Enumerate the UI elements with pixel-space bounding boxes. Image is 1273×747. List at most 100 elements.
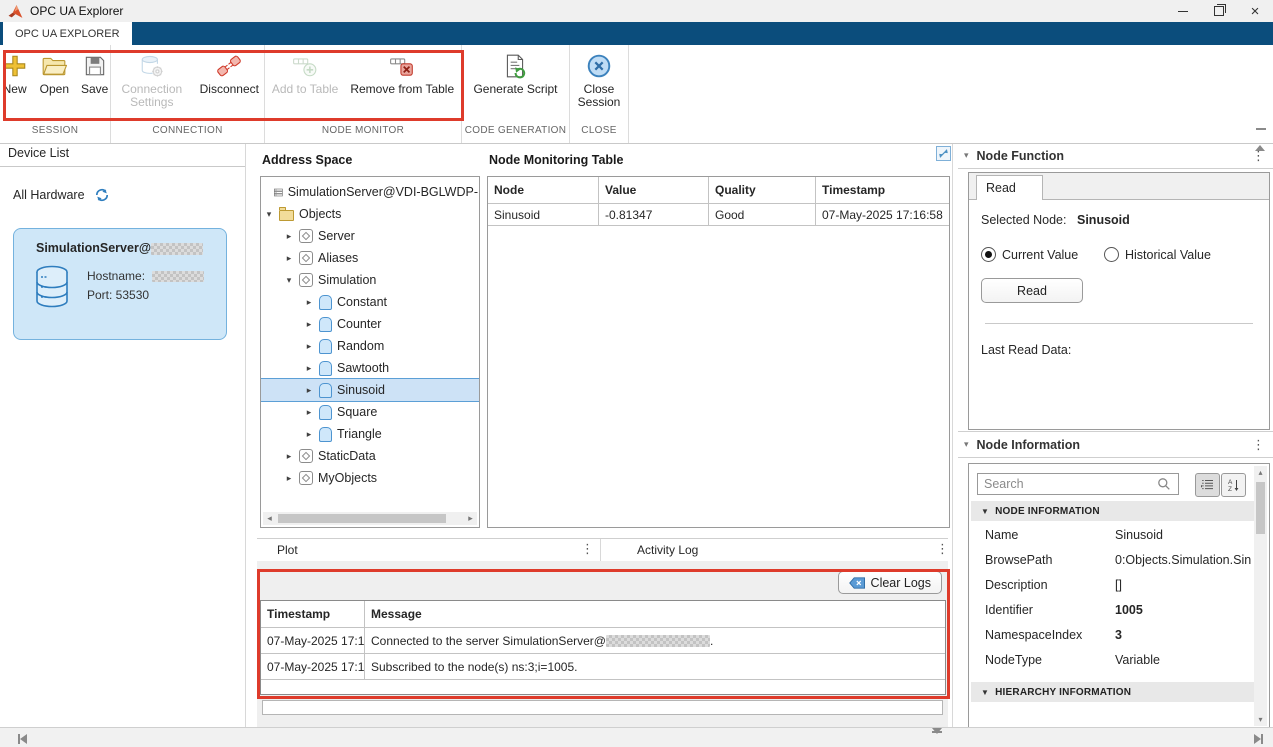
device-panel-divider[interactable] [245, 144, 246, 727]
column-header-timestamp[interactable]: Timestamp [816, 177, 949, 204]
collapse-panel-icon[interactable]: ▾ [964, 439, 969, 450]
device-card-simulationserver[interactable]: SimulationServer@ Hostname: Port: 53530 [13, 228, 227, 340]
activity-log-menu-icon[interactable]: ⋮ [936, 543, 949, 555]
chevron-right-icon[interactable]: ▸ [304, 297, 314, 308]
log-row[interactable]: 07-May-2025 17:16:30 Subscribed to the n… [261, 654, 945, 680]
node-info-scrollbar[interactable]: ▴ ▾ [1254, 466, 1267, 726]
chevron-right-icon[interactable]: ▸ [304, 429, 314, 440]
disconnect-button[interactable]: Disconnect [195, 51, 264, 96]
tree-item-constant[interactable]: ▸ Constant [262, 291, 478, 313]
section-code-generation: Generate Script CODE GENERATION [462, 45, 570, 143]
tree-item-objects[interactable]: ▾ Objects [262, 203, 478, 225]
group-view-button[interactable] [1195, 473, 1220, 497]
collapse-ribbon-button[interactable] [1255, 128, 1267, 138]
tree-item-sinusoid-selected[interactable]: ▸ Sinusoid [261, 378, 479, 402]
chevron-right-icon[interactable]: ▸ [284, 231, 294, 242]
remove-from-table-button[interactable]: Remove from Table [345, 51, 459, 96]
radio-current-value[interactable]: Current Value [981, 247, 1078, 262]
sort-az-button[interactable]: AZ [1221, 473, 1246, 497]
node-monitoring-table: Node Value Quality Timestamp Sinusoid -0… [487, 176, 950, 528]
restore-button[interactable] [1201, 0, 1237, 22]
tab-read[interactable]: Read [976, 175, 1043, 200]
scroll-left-icon[interactable]: ◂ [263, 513, 276, 524]
close-button[interactable]: × [1237, 0, 1273, 22]
tab-activity-log[interactable]: Activity Log [637, 543, 698, 557]
info-label-description: Description [985, 578, 1048, 592]
expand-icon [936, 146, 951, 161]
collapse-left-panel-button[interactable] [18, 733, 27, 747]
tab-opc-ua-explorer[interactable]: OPC UA EXPLORER [3, 22, 132, 45]
refresh-icon[interactable] [94, 187, 110, 203]
chevron-right-icon[interactable]: ▸ [304, 407, 314, 418]
plot-menu-icon[interactable]: ⋮ [581, 543, 594, 555]
log-row[interactable]: 07-May-2025 17:14:00 Connected to the se… [261, 628, 945, 654]
column-header-value[interactable]: Value [599, 177, 709, 204]
scroll-up-icon[interactable]: ▴ [1254, 466, 1267, 479]
node-function-header[interactable]: ▾ Node Function ⋮ [958, 143, 1273, 169]
chevron-down-icon[interactable]: ▾ [264, 209, 274, 220]
radio-historical-value[interactable]: Historical Value [1104, 247, 1211, 262]
scrollbar-thumb[interactable] [278, 514, 446, 523]
generate-script-button[interactable]: Generate Script [468, 51, 562, 96]
log-column-message[interactable]: Message [365, 601, 945, 628]
chevron-down-icon[interactable]: ▾ [284, 275, 294, 286]
tree-item-aliases[interactable]: ▸ Aliases [262, 247, 478, 269]
generate-script-icon [502, 53, 528, 79]
scroll-down-icon[interactable]: ▾ [1254, 713, 1267, 726]
tree-item-random[interactable]: ▸ Random [262, 335, 478, 357]
chevron-right-icon[interactable]: ▸ [304, 341, 314, 352]
tree-item-triangle[interactable]: ▸ Triangle [262, 423, 478, 445]
tree-item-sawtooth[interactable]: ▸ Sawtooth [262, 357, 478, 379]
status-bar [0, 727, 1273, 747]
section-node-information[interactable]: ▼ NODE INFORMATION [971, 501, 1262, 521]
cell-value: -0.81347 [599, 204, 709, 226]
clear-logs-button[interactable]: Clear Logs [838, 571, 942, 594]
collapse-right-panel-button[interactable] [1254, 733, 1263, 747]
info-value-name: Sinusoid [1115, 528, 1163, 542]
section-hierarchy-information[interactable]: ▼ HIERARCHY INFORMATION [971, 682, 1262, 702]
node-information-menu-icon[interactable]: ⋮ [1252, 439, 1265, 451]
radio-selected-icon[interactable] [981, 247, 996, 262]
column-header-node[interactable]: Node [488, 177, 599, 204]
tree-item-staticdata[interactable]: ▸ StaticData [262, 445, 478, 467]
node-function-menu-icon[interactable]: ⋮ [1252, 150, 1265, 162]
chevron-right-icon[interactable]: ▸ [304, 385, 314, 396]
expand-panel-button[interactable] [936, 146, 951, 164]
save-button[interactable]: Save [76, 51, 113, 96]
tree-item-counter[interactable]: ▸ Counter [262, 313, 478, 335]
device-list-header-divider [0, 166, 245, 167]
tree-item-server[interactable]: ▸ Server [262, 225, 478, 247]
section-session: New Open Save SESSION [0, 45, 111, 143]
scroll-right-icon[interactable]: ▸ [464, 513, 477, 524]
node-information-header[interactable]: ▾ Node Information ⋮ [958, 431, 1273, 458]
radio-unselected-icon[interactable] [1104, 247, 1119, 262]
chevron-right-icon[interactable]: ▸ [304, 363, 314, 374]
tree-item-myobjects[interactable]: ▸ MyObjects [262, 467, 478, 489]
matlab-logo-icon [8, 4, 24, 19]
chevron-right-icon[interactable]: ▸ [284, 451, 294, 462]
chevron-right-icon[interactable]: ▸ [304, 319, 314, 330]
minimize-button[interactable] [1165, 0, 1201, 22]
collapse-panel-icon[interactable]: ▾ [964, 150, 969, 161]
close-session-button[interactable]: Close Session [570, 51, 628, 109]
tree-item-simulation[interactable]: ▾ Simulation [262, 269, 478, 291]
right-panel-divider[interactable] [952, 144, 953, 727]
tree-horizontal-scrollbar[interactable]: ◂ ▸ [263, 512, 477, 525]
add-to-table-button: Add to Table [267, 51, 344, 96]
tree-item-square[interactable]: ▸ Square [262, 401, 478, 423]
column-header-quality[interactable]: Quality [709, 177, 816, 204]
scrollbar-thumb[interactable] [1256, 482, 1265, 534]
node-information-title: Node Information [977, 438, 1080, 452]
tab-plot[interactable]: Plot [277, 543, 298, 557]
chevron-right-icon[interactable]: ▸ [284, 473, 294, 484]
search-input[interactable] [977, 473, 1179, 495]
table-row[interactable]: Sinusoid -0.81347 Good 07-May-2025 17:16… [488, 204, 949, 226]
tree-item-root[interactable]: SimulationServer@VDI-BGLWDP- [262, 181, 478, 203]
open-button[interactable]: Open [35, 51, 74, 96]
chevron-right-icon[interactable]: ▸ [284, 253, 294, 264]
log-bottom-scrollbar[interactable] [262, 700, 943, 715]
read-button[interactable]: Read [981, 278, 1083, 303]
log-column-timestamp[interactable]: Timestamp [261, 601, 365, 628]
new-button[interactable]: New [0, 51, 33, 96]
collapse-bottom-panel-button[interactable] [932, 731, 942, 747]
